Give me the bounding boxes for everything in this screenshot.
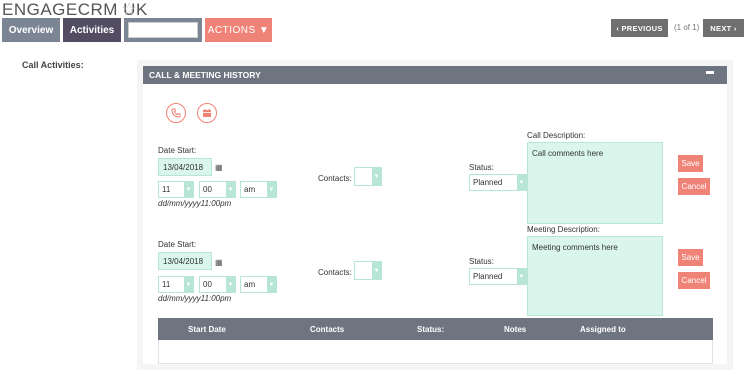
- chevron-down-icon: ▼: [372, 168, 381, 185]
- call-date-input[interactable]: 13/04/2018: [158, 158, 212, 176]
- meeting-ampm-value: am: [244, 280, 256, 289]
- call-calendar-icon[interactable]: ▦: [215, 163, 223, 172]
- chevron-down-icon: ▼: [267, 182, 276, 197]
- call-minute-value: 00: [203, 185, 212, 194]
- panel-title: CALL & MEETING HISTORY: [149, 70, 261, 80]
- phone-icon[interactable]: [166, 103, 186, 123]
- meeting-cancel-button[interactable]: Cancel: [678, 272, 710, 289]
- call-format-hint: dd/mm/yyyy11:00pm: [158, 199, 232, 208]
- call-activities-label: Call Activities:: [22, 60, 84, 70]
- tab-input-field[interactable]: [128, 22, 198, 38]
- collapse-icon[interactable]: [706, 71, 714, 74]
- chevron-down-icon: ▼: [184, 182, 193, 197]
- meeting-description-textarea[interactable]: Meeting comments here: [527, 236, 663, 316]
- call-cancel-button[interactable]: Cancel: [678, 178, 710, 195]
- meeting-status-value: Planned: [473, 272, 503, 281]
- meeting-save-button[interactable]: Save: [678, 249, 703, 266]
- call-minute-select[interactable]: 00 ▼: [199, 181, 236, 198]
- tab-blank-input[interactable]: [124, 18, 202, 42]
- meeting-description-label: Meeting Description:: [527, 225, 600, 234]
- column-assigned-to[interactable]: Assigned to: [580, 325, 626, 334]
- meeting-hour-select[interactable]: 11 ▼: [158, 276, 194, 293]
- next-button[interactable]: NEXT ›: [703, 19, 744, 37]
- meeting-ampm-select[interactable]: am ▼: [240, 276, 277, 293]
- call-description-textarea[interactable]: Call comments here: [527, 142, 663, 224]
- meeting-date-label: Date Start:: [158, 240, 197, 249]
- chevron-down-icon: ▼: [226, 182, 235, 197]
- call-hour-value: 11: [162, 185, 171, 194]
- meeting-status-select[interactable]: Planned ▼: [469, 268, 527, 285]
- column-status[interactable]: Status:: [417, 325, 444, 334]
- meeting-status-label: Status:: [469, 257, 494, 266]
- meeting-format-hint: dd/mm/yyyy11:00pm: [158, 294, 232, 303]
- call-status-select[interactable]: Planned ▼: [469, 174, 527, 191]
- call-save-button[interactable]: Save: [678, 155, 703, 172]
- call-hour-select[interactable]: 11 ▼: [158, 181, 194, 198]
- meeting-contacts-select[interactable]: ▼: [354, 261, 382, 280]
- favorite-star-icon[interactable]: ☆: [121, 0, 137, 20]
- actions-dropdown-button[interactable]: ACTIONS ▼: [205, 18, 272, 42]
- meeting-minute-select[interactable]: 00 ▼: [199, 276, 236, 293]
- chevron-down-icon: ▼: [267, 277, 276, 292]
- meeting-minute-value: 00: [203, 280, 212, 289]
- call-ampm-select[interactable]: am ▼: [240, 181, 277, 198]
- tab-overview[interactable]: Overview: [2, 18, 60, 42]
- chevron-down-icon: ▼: [184, 277, 193, 292]
- history-table-body: [158, 340, 713, 364]
- page-count: (1 of 1): [674, 23, 700, 32]
- chevron-down-icon: ▼: [372, 262, 381, 279]
- chevron-down-icon: ▼: [517, 175, 526, 190]
- call-date-label: Date Start:: [158, 146, 197, 155]
- call-ampm-value: am: [244, 185, 256, 194]
- call-description-label: Call Description:: [527, 131, 586, 140]
- call-contacts-select[interactable]: ▼: [354, 167, 382, 186]
- chevron-down-icon: ▼: [517, 269, 526, 284]
- column-start-date[interactable]: Start Date: [188, 325, 226, 334]
- call-status-label: Status:: [469, 163, 494, 172]
- chevron-down-icon: ▼: [226, 277, 235, 292]
- meeting-contacts-label: Contacts:: [318, 268, 352, 277]
- call-status-value: Planned: [473, 178, 503, 187]
- call-contacts-label: Contacts:: [318, 174, 352, 183]
- calendar-icon[interactable]: [197, 103, 217, 123]
- tab-activities[interactable]: Activities: [63, 18, 121, 42]
- meeting-hour-value: 11: [162, 280, 171, 289]
- column-notes[interactable]: Notes: [504, 325, 526, 334]
- column-contacts[interactable]: Contacts: [310, 325, 344, 334]
- meeting-calendar-icon[interactable]: ▦: [215, 258, 223, 267]
- previous-button[interactable]: ‹ PREVIOUS: [611, 19, 668, 37]
- meeting-date-input[interactable]: 13/04/2018: [158, 252, 212, 270]
